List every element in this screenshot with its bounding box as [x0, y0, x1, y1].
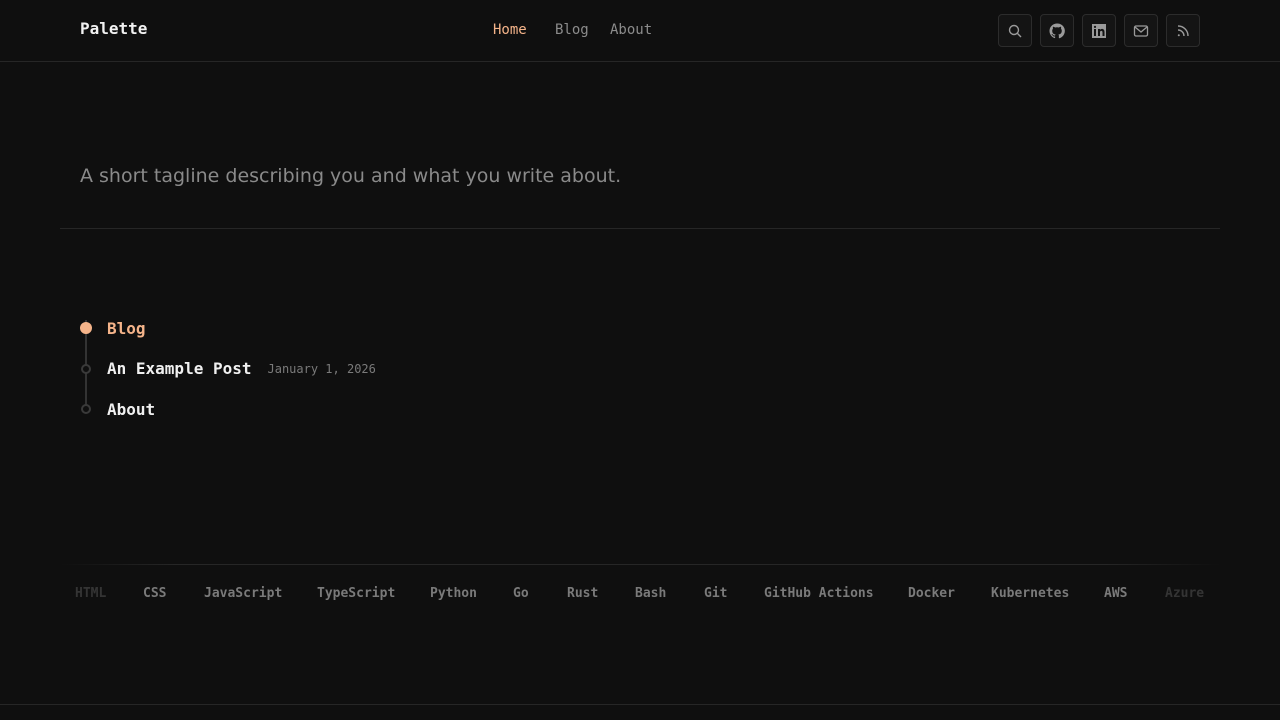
- search-icon: [1008, 24, 1022, 37]
- skill-tag: Docker: [908, 586, 955, 601]
- skill-tag: Bash: [635, 586, 667, 601]
- skill-tag: JavaScript: [204, 586, 283, 601]
- skill-tag: Git: [704, 586, 728, 601]
- skill-tag: Go: [513, 586, 529, 601]
- tree-dot-icon: [81, 404, 91, 415]
- skill-tag: AWS: [1104, 586, 1128, 601]
- skills-marquee: HTML CSS JavaScript TypeScript Python Go…: [0, 586, 1280, 602]
- skill-tag: TypeScript: [317, 586, 396, 601]
- section-divider: [60, 228, 1220, 229]
- tree-item-about: About: [80, 389, 680, 430]
- skill-tag: CSS: [143, 586, 167, 601]
- tree-link-blog[interactable]: Blog: [107, 319, 146, 338]
- tree-dot-icon: [81, 363, 91, 374]
- tree-item-post: An Example Post January 1, 2026: [80, 349, 680, 390]
- github-icon: [1049, 22, 1065, 38]
- skill-tag: Kubernetes: [991, 586, 1070, 601]
- tree-item-blog: Blog: [80, 308, 680, 349]
- search-button[interactable]: [998, 14, 1032, 47]
- site-tree: Blog An Example Post January 1, 2026 Abo…: [80, 308, 680, 430]
- tree-link-about[interactable]: About: [107, 400, 155, 419]
- nav-home-link[interactable]: Home: [493, 22, 527, 38]
- post-date: January 1, 2026: [267, 361, 376, 376]
- github-button[interactable]: [1040, 14, 1074, 47]
- linkedin-icon: [1092, 23, 1106, 38]
- skill-tag: HTML: [75, 586, 107, 601]
- skills-divider: [60, 564, 1220, 565]
- skill-tag: Rust: [567, 586, 599, 601]
- nav-about-link[interactable]: About: [610, 22, 652, 38]
- email-button[interactable]: [1124, 14, 1158, 47]
- linkedin-button[interactable]: [1082, 14, 1116, 47]
- skill-tag: Azure: [1165, 586, 1205, 601]
- nav-blog-link[interactable]: Blog: [555, 22, 589, 38]
- rss-icon: [1177, 24, 1189, 36]
- header-actions: [998, 14, 1200, 47]
- rss-button[interactable]: [1166, 14, 1200, 47]
- skill-tag: Python: [430, 586, 477, 601]
- tree-link-post[interactable]: An Example Post: [107, 359, 252, 378]
- hero-tagline: A short tagline describing you and what …: [80, 165, 622, 187]
- mail-icon: [1133, 24, 1149, 37]
- site-header: Palette Home Blog About: [0, 0, 1280, 62]
- active-dot-icon: [80, 322, 92, 335]
- skill-tag: GitHub Actions: [764, 586, 874, 601]
- footer-divider: [0, 704, 1280, 705]
